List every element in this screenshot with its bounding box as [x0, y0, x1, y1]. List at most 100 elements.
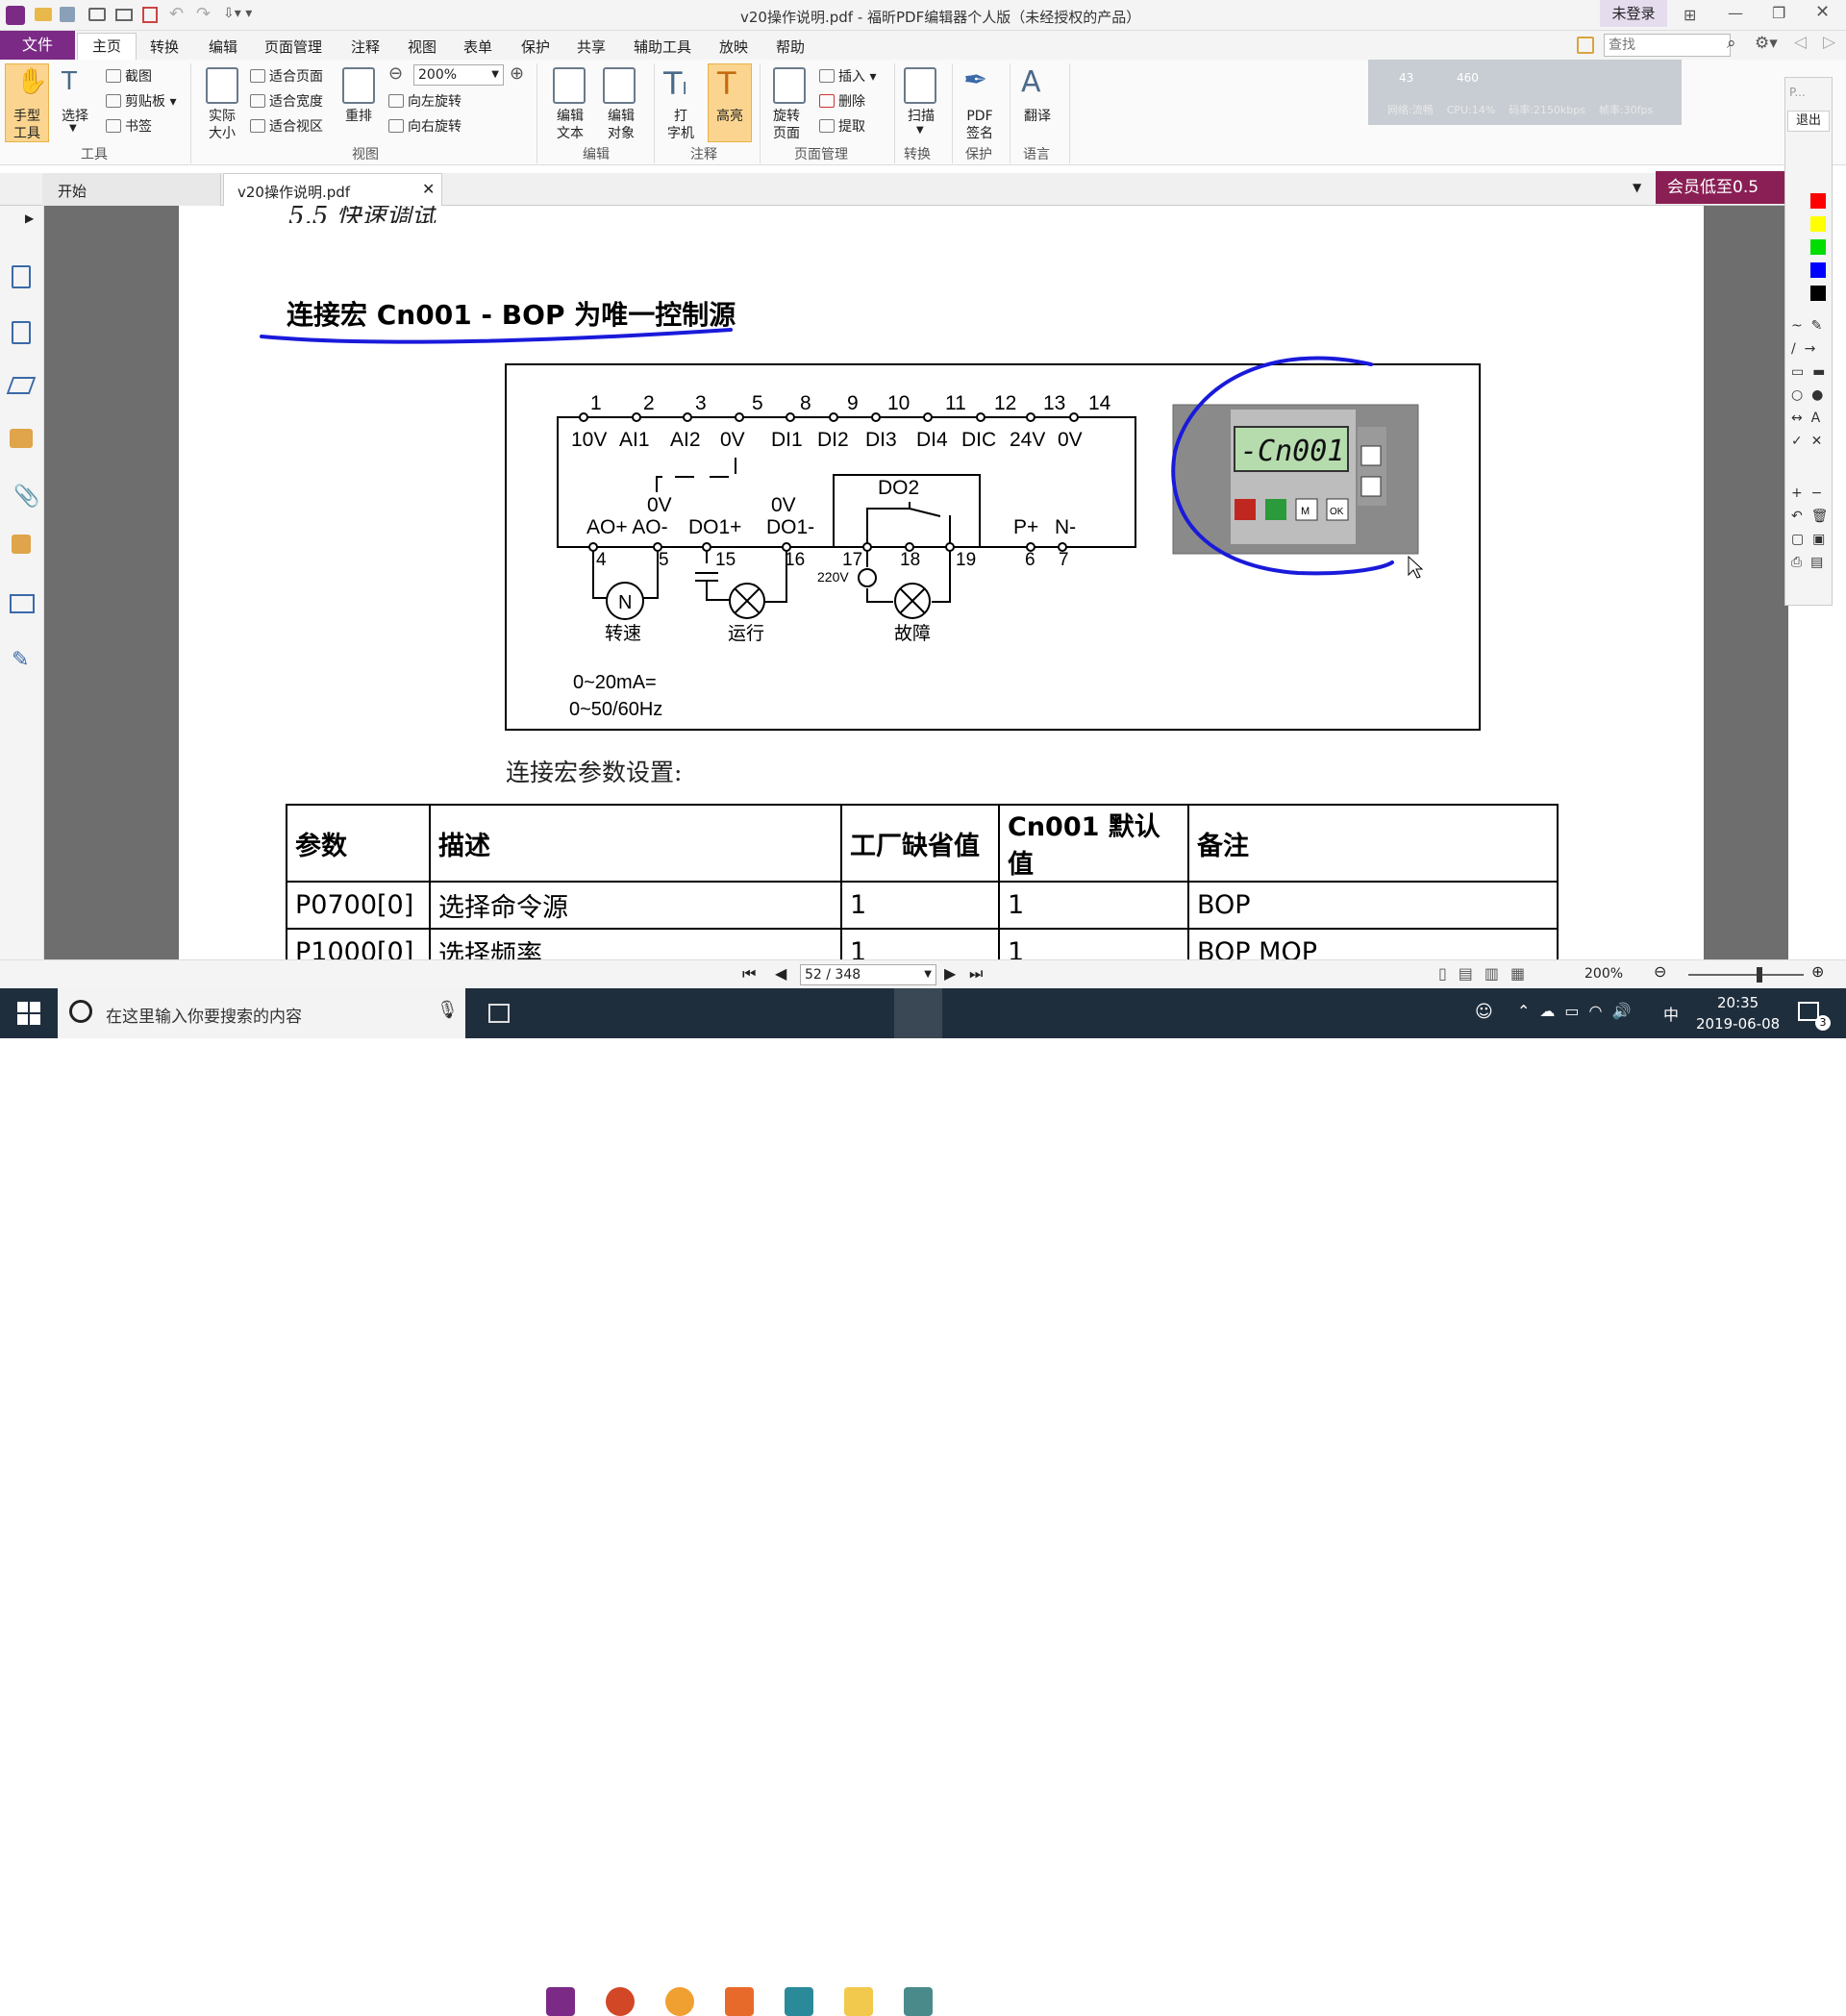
bop-ok-label: OK [1330, 507, 1344, 517]
terminal-label: 0V [720, 429, 745, 451]
people-icon[interactable]: ☺ [1475, 1002, 1493, 1022]
drawing-panel: P... 退出 ~ ✎ / → ▭ ▬ ○ ● ↔ A ✓ ✕ + − ↶ 🗑 … [1784, 77, 1833, 606]
task-view-icon[interactable] [488, 1004, 510, 1023]
terminal-number: 2 [643, 392, 655, 414]
bottom-number: 18 [900, 550, 921, 570]
do2-contact [866, 502, 951, 547]
last-page-icon[interactable]: ⏭ [969, 964, 983, 983]
page-dropdown-icon: ▼ [924, 969, 932, 980]
panel-top-label: P... [1789, 86, 1806, 99]
color-green[interactable] [1810, 239, 1826, 255]
label-0v-a: 0V [647, 494, 672, 516]
bop-m-label: M [1301, 506, 1310, 517]
terminal-label: AI1 [619, 429, 650, 451]
view-mode-icons[interactable]: ▯▤▥▦ [1438, 964, 1536, 983]
bottom-number: 5 [659, 550, 669, 570]
microphone-icon[interactable]: 🎙 [437, 1000, 459, 1020]
color-blue[interactable] [1810, 262, 1826, 278]
terminal-label: 24V [1010, 429, 1046, 451]
ime-indicator[interactable]: 中 [1663, 1002, 1679, 1025]
tray-icons[interactable]: ⌃☁▭◠🔊 [1517, 1002, 1640, 1020]
terminal-number: 13 [1043, 392, 1066, 414]
label-p-plus: P+ [1013, 516, 1039, 538]
office-taskbar-icon[interactable] [725, 1987, 754, 2016]
terminal-number: 14 [1088, 392, 1111, 414]
table-row: P0700[0] 选择命令源 1 1 BOP [286, 881, 1559, 930]
header-remark: 备注 [1187, 804, 1559, 883]
terminal-number: 3 [695, 392, 707, 414]
zoom-slider-thumb[interactable] [1757, 967, 1762, 983]
app-taskbar-icon[interactable] [904, 1987, 933, 2016]
label-ao: AO+ AO- [586, 516, 668, 538]
first-page-icon[interactable]: ⏮ [742, 964, 756, 983]
status-zoom[interactable]: 200% [1584, 966, 1623, 982]
cursor-icon [1408, 555, 1424, 579]
action-icons[interactable]: + − ↶ 🗑 ▢ ▣ ⎙ ▤ [1791, 482, 1828, 574]
color-yellow[interactable] [1810, 216, 1826, 232]
terminal-dot [923, 412, 933, 422]
color-black[interactable] [1810, 286, 1826, 301]
terminal-dot [862, 542, 872, 552]
zoom-slider[interactable] [1688, 974, 1804, 976]
terminal-number: 10 [887, 392, 911, 414]
header-desc: 描述 [429, 804, 842, 883]
active-app-indicator [894, 988, 942, 1038]
cortana-icon [69, 1000, 92, 1023]
label-do1-minus: DO1- [766, 516, 815, 538]
terminal-number: 9 [847, 392, 859, 414]
motor-symbol: N [606, 582, 644, 620]
zoom-in-small-icon[interactable]: ⊕ [1811, 962, 1824, 981]
clock-date[interactable]: 2019-06-08 [1696, 1015, 1780, 1033]
fish-app-taskbar-icon[interactable] [665, 1987, 694, 2016]
terminal-dot [1026, 412, 1035, 422]
table-cell: BOP [1187, 881, 1559, 930]
bottom-number: 7 [1059, 550, 1069, 570]
terminal-label: 0V [1058, 429, 1083, 451]
bottom-number: 19 [956, 550, 977, 570]
file-explorer-taskbar-icon[interactable] [844, 1987, 873, 2016]
label-run: 运行 [728, 623, 765, 644]
terminal-number: 8 [800, 392, 811, 414]
taskbar-search[interactable]: 在这里输入你要搜索的内容 🎙 [58, 988, 465, 1038]
terminal-dot [632, 412, 641, 422]
powerpoint-taskbar-icon[interactable] [606, 1987, 635, 2016]
status-bar: ⏮ ◀ 52 / 348 ▼ ▶ ⏭ ▯▤▥▦ 200% ⊖ ⊕ [0, 959, 1846, 988]
terminal-label: DI3 [865, 429, 897, 451]
terminal-number: 11 [945, 392, 966, 414]
label-n-minus: N- [1055, 516, 1077, 538]
terminal-number: 1 [590, 392, 602, 414]
label-range-ma: 0~20mA= [573, 672, 657, 693]
label-0v-b: 0V [771, 494, 796, 516]
windows-start-icon[interactable] [17, 1002, 40, 1025]
motor-label: N [618, 592, 632, 613]
params-intro: 连接宏参数设置: [506, 759, 683, 786]
terminal-dot [976, 412, 985, 422]
taskbar-search-text: 在这里输入你要搜索的内容 [106, 1008, 302, 1027]
label-do2: DO2 [878, 477, 920, 499]
zoom-out-small-icon[interactable]: ⊖ [1654, 962, 1666, 981]
terminal-dot [786, 412, 795, 422]
foxit-taskbar-icon[interactable] [546, 1987, 575, 2016]
terminal-number: 12 [994, 392, 1017, 414]
page-indicator: 52 / 348 [805, 967, 861, 983]
tia-portal-taskbar-icon[interactable] [785, 1987, 813, 2016]
exit-button[interactable]: 退出 [1787, 111, 1830, 132]
bop-down-button [1360, 476, 1382, 497]
terminal-dot [871, 412, 881, 422]
header-factory: 工厂缺省值 [840, 804, 1000, 883]
color-red[interactable] [1810, 193, 1826, 209]
table-cell: P0700[0] [286, 881, 431, 930]
underline-annotation [260, 328, 733, 344]
pen-tools-icon[interactable]: ~ ✎ / → ▭ ▬ ○ ● ↔ A ✓ ✕ [1791, 314, 1825, 453]
terminal-label: AI2 [670, 429, 701, 451]
bottom-number: 6 [1025, 550, 1035, 570]
page-input[interactable]: 52 / 348 ▼ [800, 964, 936, 985]
table-cell: 选择命令源 [429, 881, 842, 930]
terminal-dot [1069, 412, 1079, 422]
next-page-icon[interactable]: ▶ [944, 964, 956, 983]
bop-run-button [1265, 499, 1286, 520]
taskbar: 在这里输入你要搜索的内容 🎙 ☺ ⌃☁▭◠🔊 中 20:35 2019-06-0… [0, 988, 1846, 2016]
clock-time[interactable]: 20:35 [1717, 994, 1759, 1011]
label-range-hz: 0~50/60Hz [569, 699, 663, 720]
prev-page-icon[interactable]: ◀ [775, 964, 786, 983]
